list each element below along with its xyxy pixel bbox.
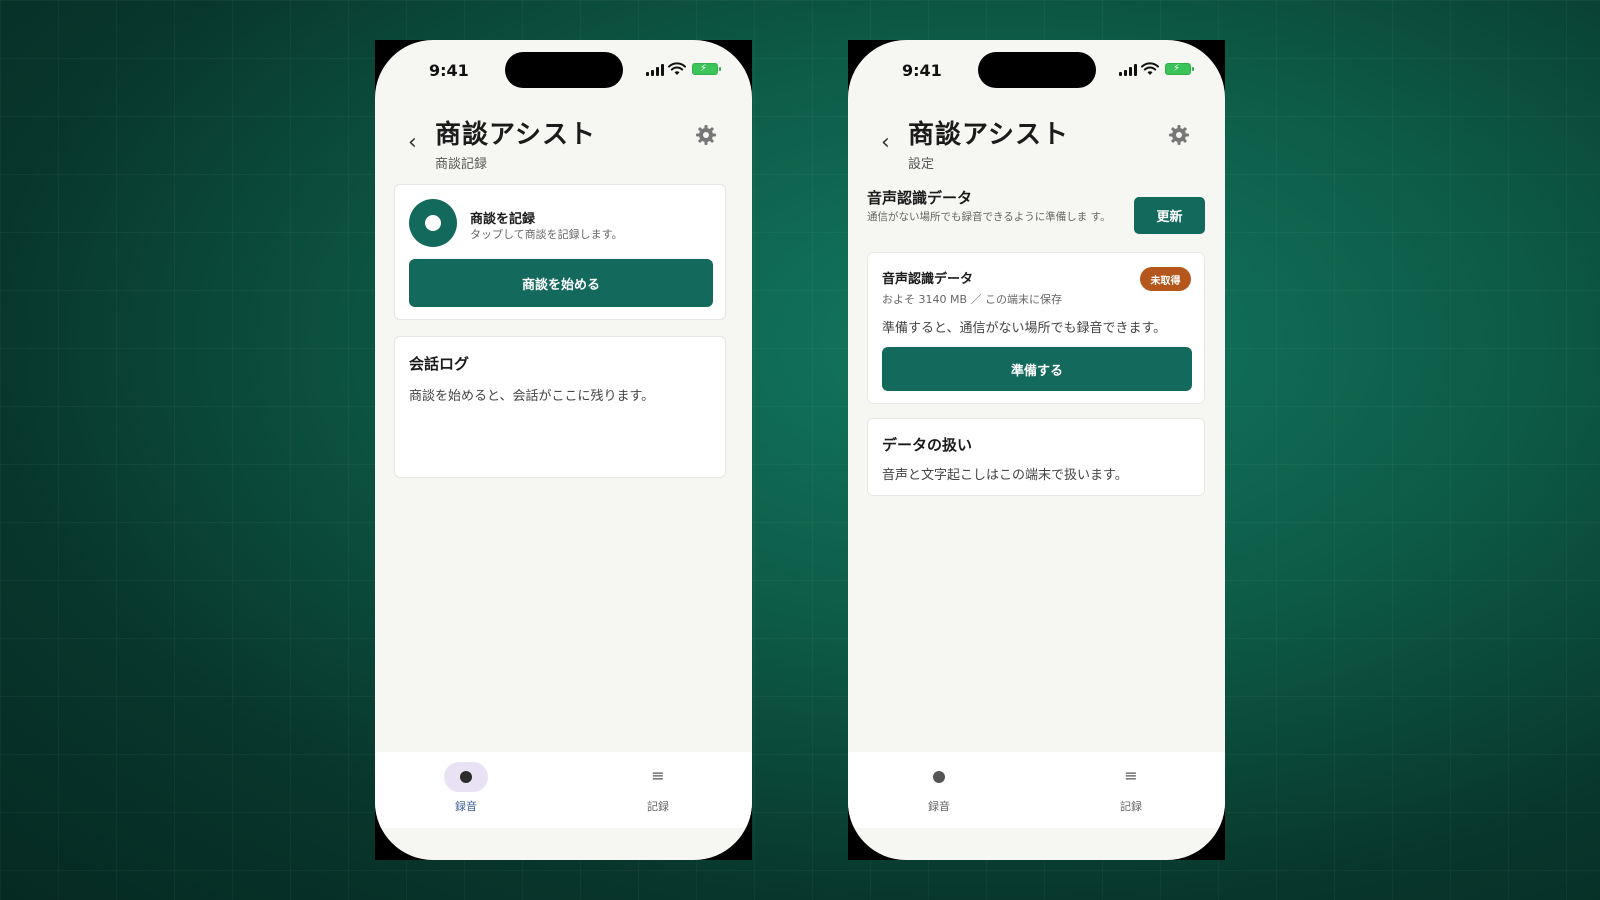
status-badge: 未取得 [1140, 267, 1191, 291]
phone-recording-screen: 9:41 ⚡ ‹ 商談アシスト 商談記録 商談を記録 タップして商談を記録します… [375, 40, 752, 860]
dynamic-island [978, 52, 1096, 88]
tab-recording-label: 録音 [455, 800, 477, 813]
signal-icon [646, 64, 664, 76]
conversation-log-card: 会話ログ 商談を始めると、会話がここに残ります。 [394, 336, 726, 478]
record-icon [933, 771, 945, 783]
signal-icon [1119, 64, 1137, 76]
tab-recording[interactable]: 録音 [426, 762, 506, 818]
gear-icon[interactable] [1168, 124, 1190, 146]
speech-data-size: およそ 3140 MB ／ この端末に保存 [882, 293, 1063, 306]
tab-bar: 録音 ≡ 記録 [848, 752, 1225, 828]
screen: 9:41 ⚡ ‹ 商談アシスト 設定 音声認識データ 通信がない場所でも録音でき… [848, 40, 1225, 860]
conversation-log-empty-text: 商談を始めると、会話がここに残ります。 [409, 389, 655, 404]
gear-icon[interactable] [695, 124, 717, 146]
status-time: 9:41 [429, 61, 469, 80]
speech-data-card-title: 音声認識データ [882, 272, 974, 287]
tab-recording[interactable]: 録音 [899, 762, 979, 818]
start-meeting-button[interactable]: 商談を始める [409, 259, 713, 307]
update-button[interactable]: 更新 [1134, 197, 1205, 234]
phone-settings-screen: 9:41 ⚡ ‹ 商談アシスト 設定 音声認識データ 通信がない場所でも録音でき… [848, 40, 1225, 860]
status-bar: 9:41 ⚡ [375, 52, 752, 88]
list-icon: ≡ [1124, 766, 1138, 785]
wifi-icon [668, 62, 686, 75]
record-card: 商談を記録 タップして商談を記録します。 商談を始める [394, 184, 726, 320]
speech-data-section-title: 音声認識データ [867, 189, 973, 207]
data-handling-title: データの扱い [882, 436, 973, 454]
prepare-button[interactable]: 準備する [882, 347, 1192, 391]
screen: 9:41 ⚡ ‹ 商談アシスト 商談記録 商談を記録 タップして商談を記録します… [375, 40, 752, 860]
tab-records[interactable]: ≡ 記録 [618, 762, 698, 818]
app-title: 商談アシスト [435, 120, 596, 150]
status-bar: 9:41 ⚡ [848, 52, 1225, 88]
record-icon[interactable] [409, 199, 457, 247]
status-time: 9:41 [902, 61, 942, 80]
background-grid [0, 0, 1600, 900]
data-handling-card: データの扱い 音声と文字起こしはこの端末で扱います。 [867, 418, 1205, 496]
page-subtitle: 商談記録 [435, 157, 488, 172]
tab-recording-label: 録音 [928, 800, 950, 813]
back-chevron-icon[interactable]: ‹ [881, 130, 890, 155]
page-subtitle: 設定 [908, 157, 935, 172]
list-icon: ≡ [651, 766, 665, 785]
tab-records-label: 記録 [647, 800, 669, 813]
record-card-description: タップして商談を記録します。 [470, 228, 623, 241]
speech-data-card: 音声認識データ 未取得 およそ 3140 MB ／ この端末に保存 準備すると、… [867, 252, 1205, 404]
dynamic-island [505, 52, 623, 88]
wifi-icon [1141, 62, 1159, 75]
battery-icon: ⚡ [1165, 63, 1194, 75]
app-title: 商談アシスト [908, 120, 1069, 150]
tab-records-label: 記録 [1120, 800, 1142, 813]
data-handling-text: 音声と文字起こしはこの端末で扱います。 [882, 468, 1128, 483]
battery-icon: ⚡ [692, 63, 721, 75]
speech-data-section-description: 通信がない場所でも録音できるように準備しま す。 [867, 211, 1111, 223]
record-card-title: 商談を記録 [470, 212, 536, 227]
back-chevron-icon[interactable]: ‹ [408, 130, 417, 155]
tab-bar: 録音 ≡ 記録 [375, 752, 752, 828]
record-icon [460, 771, 472, 783]
conversation-log-title: 会話ログ [409, 355, 470, 373]
tab-records[interactable]: ≡ 記録 [1091, 762, 1171, 818]
speech-data-info: 準備すると、通信がない場所でも録音できます。 [882, 321, 1167, 336]
